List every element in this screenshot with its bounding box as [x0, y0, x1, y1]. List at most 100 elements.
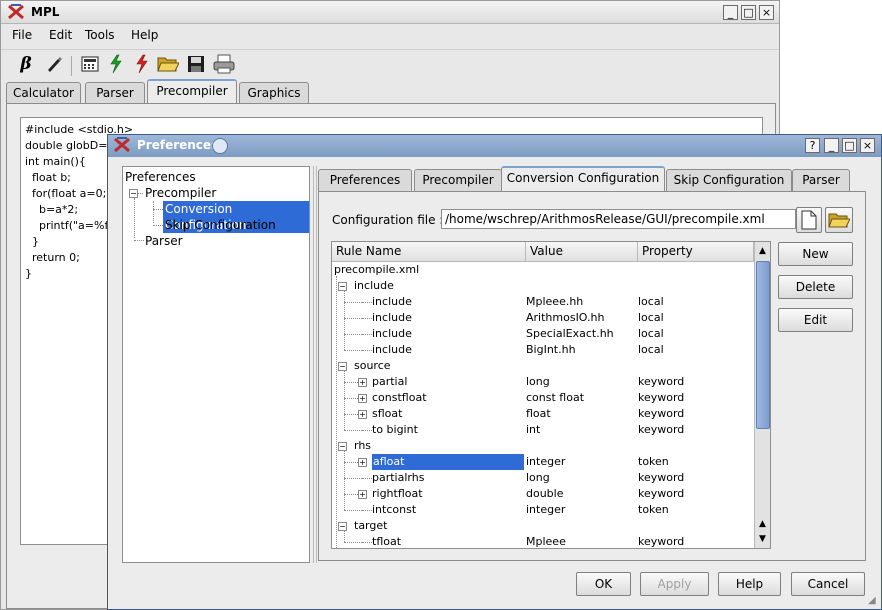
table-row[interactable]: partialrhs long keyword [332, 470, 752, 486]
resize-grip-icon[interactable]: ◢ [868, 595, 880, 607]
cancel-button[interactable]: Cancel [791, 572, 865, 596]
tree-root[interactable]: Preferences [125, 169, 196, 185]
rule-property: keyword [638, 375, 685, 388]
help-button[interactable]: Help [718, 572, 781, 596]
expand-icon[interactable]: + [358, 410, 367, 419]
tree-line [362, 318, 370, 319]
column-header-rule-name[interactable]: Rule Name [332, 242, 526, 262]
ok-button[interactable]: OK [576, 572, 631, 596]
tab-precompiler[interactable]: Precompiler [414, 169, 502, 191]
splitter-handle[interactable] [313, 166, 317, 563]
tree-line [362, 430, 370, 431]
tree-item-parser[interactable]: Parser [145, 233, 183, 249]
tree-line [336, 276, 337, 548]
tree-line [362, 302, 370, 303]
tab-skip-configuration[interactable]: Skip Configuration [666, 169, 792, 191]
rule-name: partial [372, 375, 408, 388]
table-row[interactable]: − source [332, 358, 752, 374]
tree-line [344, 370, 345, 430]
scrollbar-thumb[interactable] [756, 261, 770, 429]
edit-button[interactable]: Edit [778, 308, 853, 332]
table-row[interactable]: to bigint int keyword [332, 422, 752, 438]
new-file-icon[interactable] [796, 207, 822, 233]
collapse-icon[interactable]: − [338, 442, 347, 451]
save-disk-icon[interactable] [185, 53, 207, 75]
tree-line [344, 414, 358, 415]
tree-line [344, 398, 358, 399]
table-row[interactable]: include SpecialExact.hh local [332, 326, 752, 342]
table-row[interactable]: + partial long keyword [332, 374, 752, 390]
table-row[interactable]: precompile.xml [332, 262, 752, 278]
tab-calculator[interactable]: Calculator [6, 82, 81, 104]
pencil-icon[interactable] [43, 53, 65, 75]
menu-tools[interactable]: Tools [85, 28, 115, 42]
apply-button[interactable]: Apply [640, 572, 709, 596]
tab-graphics[interactable]: Graphics [239, 82, 309, 104]
table-row[interactable]: − rhs [332, 438, 752, 454]
tree-line [153, 225, 163, 226]
help-question-icon[interactable]: ? [805, 138, 820, 153]
rule-property: keyword [638, 471, 685, 484]
minimize-icon[interactable]: _ [824, 138, 839, 153]
rule-name: afloat [372, 454, 524, 470]
table-row[interactable]: + constfloat const float keyword [332, 390, 752, 406]
tab-precompiler[interactable]: Precompiler [147, 79, 237, 104]
rule-value: Mpleee [526, 535, 566, 548]
config-file-label: Configuration file : [332, 213, 444, 227]
expand-icon[interactable]: + [358, 458, 367, 467]
tab-parser[interactable]: Parser [792, 169, 850, 191]
rule-value: long [526, 471, 550, 484]
open-folder-icon[interactable] [825, 207, 853, 233]
collapse-icon[interactable]: − [338, 282, 347, 291]
menu-help[interactable]: Help [131, 28, 158, 42]
green-lightning-icon[interactable] [105, 53, 127, 75]
printer-icon[interactable] [213, 53, 235, 75]
config-file-input[interactable] [441, 209, 796, 229]
expand-icon[interactable]: + [358, 490, 367, 499]
maximize-icon[interactable]: □ [741, 5, 756, 20]
tree-item-precompiler[interactable]: Precompiler [145, 185, 216, 201]
menu-edit[interactable]: Edit [49, 28, 72, 42]
column-header-property[interactable]: Property [638, 242, 754, 262]
close-icon[interactable]: × [860, 138, 875, 153]
tab-preferences[interactable]: Preferences [318, 169, 412, 191]
new-button[interactable]: New [778, 242, 853, 266]
table-row[interactable]: tfloat Mpleee keyword [332, 534, 752, 548]
menu-file[interactable]: File [12, 28, 32, 42]
toolbar-separator [71, 56, 72, 76]
delete-button[interactable]: Delete [778, 275, 853, 299]
table-row[interactable]: + sfloat float keyword [332, 406, 752, 422]
rule-property: keyword [638, 391, 685, 404]
tree-item-skip-configuration[interactable]: Skip Configuration [165, 217, 276, 233]
maximize-icon[interactable]: □ [842, 138, 857, 153]
tab-conversion-configuration[interactable]: Conversion Configuration [501, 166, 665, 191]
table-row[interactable]: include BigInt.hh local [332, 342, 752, 358]
toolbar: β [1, 49, 779, 79]
vertical-scrollbar[interactable]: ▲ ▲ ▼ [754, 242, 770, 548]
expand-icon[interactable]: + [358, 394, 367, 403]
collapse-icon[interactable]: − [338, 362, 347, 371]
beta-icon[interactable]: β [15, 53, 37, 75]
table-row[interactable]: + rightfloat double keyword [332, 486, 752, 502]
red-lightning-icon[interactable] [131, 53, 153, 75]
minimize-icon[interactable]: _ [723, 5, 738, 20]
scroll-down-icon[interactable]: ▼ [756, 532, 769, 546]
table-row[interactable]: intconst integer token [332, 502, 752, 518]
close-icon[interactable]: × [759, 5, 774, 20]
calculator-icon[interactable] [79, 53, 101, 75]
scroll-page-up-icon[interactable]: ▲ [756, 517, 769, 531]
column-header-value[interactable]: Value [526, 242, 638, 262]
scroll-up-icon[interactable]: ▲ [756, 244, 769, 258]
expand-icon[interactable]: + [358, 378, 367, 387]
tab-parser[interactable]: Parser [85, 82, 145, 104]
table-row[interactable]: − target [332, 518, 752, 534]
rule-value: integer [526, 455, 566, 468]
rule-value: integer [526, 503, 566, 516]
collapse-icon[interactable]: − [338, 522, 347, 531]
collapse-icon[interactable]: − [129, 189, 138, 198]
table-row[interactable]: − include [332, 278, 752, 294]
table-row[interactable]: include ArithmosIO.hh local [332, 310, 752, 326]
table-row[interactable]: include Mpleee.hh local [332, 294, 752, 310]
open-folder-icon[interactable] [157, 53, 179, 75]
table-row[interactable]: + afloat integer token [332, 454, 752, 470]
